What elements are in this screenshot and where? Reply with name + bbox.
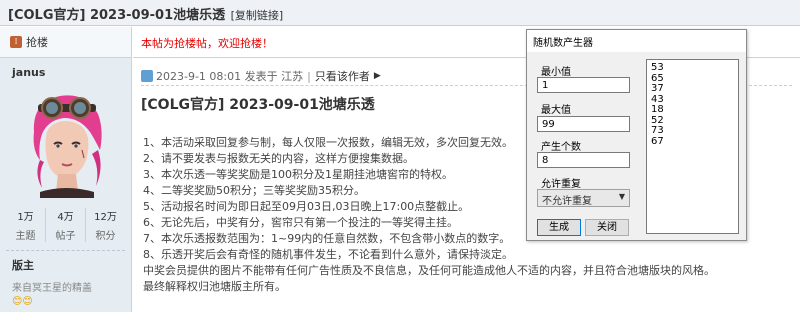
random-number-dialog: 随机数产生器 最小值 最大值 产生个数 允许重复 不允许重复 ▼ 生成 关闭 5…	[526, 29, 747, 241]
stat-value: 12万	[94, 212, 117, 223]
max-label: 最大值	[541, 105, 571, 116]
chevron-down-icon: ▼	[618, 192, 625, 201]
stat-key: 主题	[15, 231, 36, 242]
result-item: 67	[651, 135, 664, 147]
count-label: 产生个数	[541, 142, 581, 153]
result-item: 37	[651, 83, 664, 94]
author-sidebar: ⁞ 抢楼 janus 1万 主题 4万 帖子 12万 积分 版主 来自冥王星的精…	[0, 27, 132, 312]
max-input[interactable]	[537, 116, 630, 132]
thread-title: [COLG官方] 2023-09-01池塘乐透	[8, 8, 226, 23]
meta-separator: |	[307, 69, 311, 83]
result-item: 18	[651, 104, 664, 115]
repeat-selected: 不允许重复	[542, 196, 592, 207]
floor-icon: ⁞	[10, 36, 22, 48]
result-item: 53	[651, 62, 664, 73]
count-input[interactable]	[537, 152, 630, 168]
user-group[interactable]: 版主	[0, 251, 131, 273]
stat-key: 积分	[95, 231, 116, 242]
triangle-right-icon: ▶	[373, 71, 381, 81]
close-button[interactable]: 关闭	[585, 219, 629, 236]
result-item: 73	[651, 125, 664, 136]
post-line: 最终解释权归池塘版主所有。	[143, 280, 286, 293]
thread-title-bar: [COLG官方] 2023-09-01池塘乐透 [复制链接]	[0, 0, 800, 26]
post-line: 8、乐透开奖后会有奇怪的随机事件发生，不论看到什么意外，请保持淡定。	[143, 248, 513, 261]
generate-button[interactable]: 生成	[537, 219, 581, 236]
avatar[interactable]	[19, 88, 112, 198]
floor-header: ⁞ 抢楼	[0, 27, 131, 58]
copy-link[interactable]: [复制链接]	[231, 9, 284, 22]
repeat-select[interactable]: 不允许重复 ▼	[537, 189, 630, 207]
stat-points[interactable]: 12万 积分	[86, 208, 125, 242]
stat-value: 1万	[17, 212, 34, 223]
stat-threads[interactable]: 1万 主题	[6, 208, 46, 242]
min-label: 最小值	[541, 67, 571, 78]
post-date: 2023-9-1 08:01 发表于 江苏	[156, 70, 304, 83]
post-line: 中奖会员提供的图片不能带有任何广告性质及不良信息，及任何可能造成他人不适的内容，…	[143, 264, 715, 277]
dialog-title[interactable]: 随机数产生器	[527, 30, 746, 52]
user-signature: 来自冥王星的精盖	[12, 283, 92, 294]
stat-posts[interactable]: 4万 帖子	[46, 208, 86, 242]
smiley-icons: 😊😊	[12, 296, 33, 307]
stat-value: 4万	[57, 212, 74, 223]
floor-label: 抢楼	[26, 36, 48, 49]
min-input[interactable]	[537, 77, 630, 93]
stat-key: 帖子	[55, 231, 76, 242]
results-list[interactable]: 53 65 37 43 18 52 73 67	[646, 59, 739, 234]
author-username[interactable]: janus	[0, 58, 131, 88]
author-stats: 1万 主题 4万 帖子 12万 积分	[0, 208, 131, 242]
online-status-icon	[141, 70, 153, 82]
only-author-link[interactable]: 只看该作者	[315, 70, 370, 83]
repeat-label: 允许重复	[541, 179, 581, 190]
